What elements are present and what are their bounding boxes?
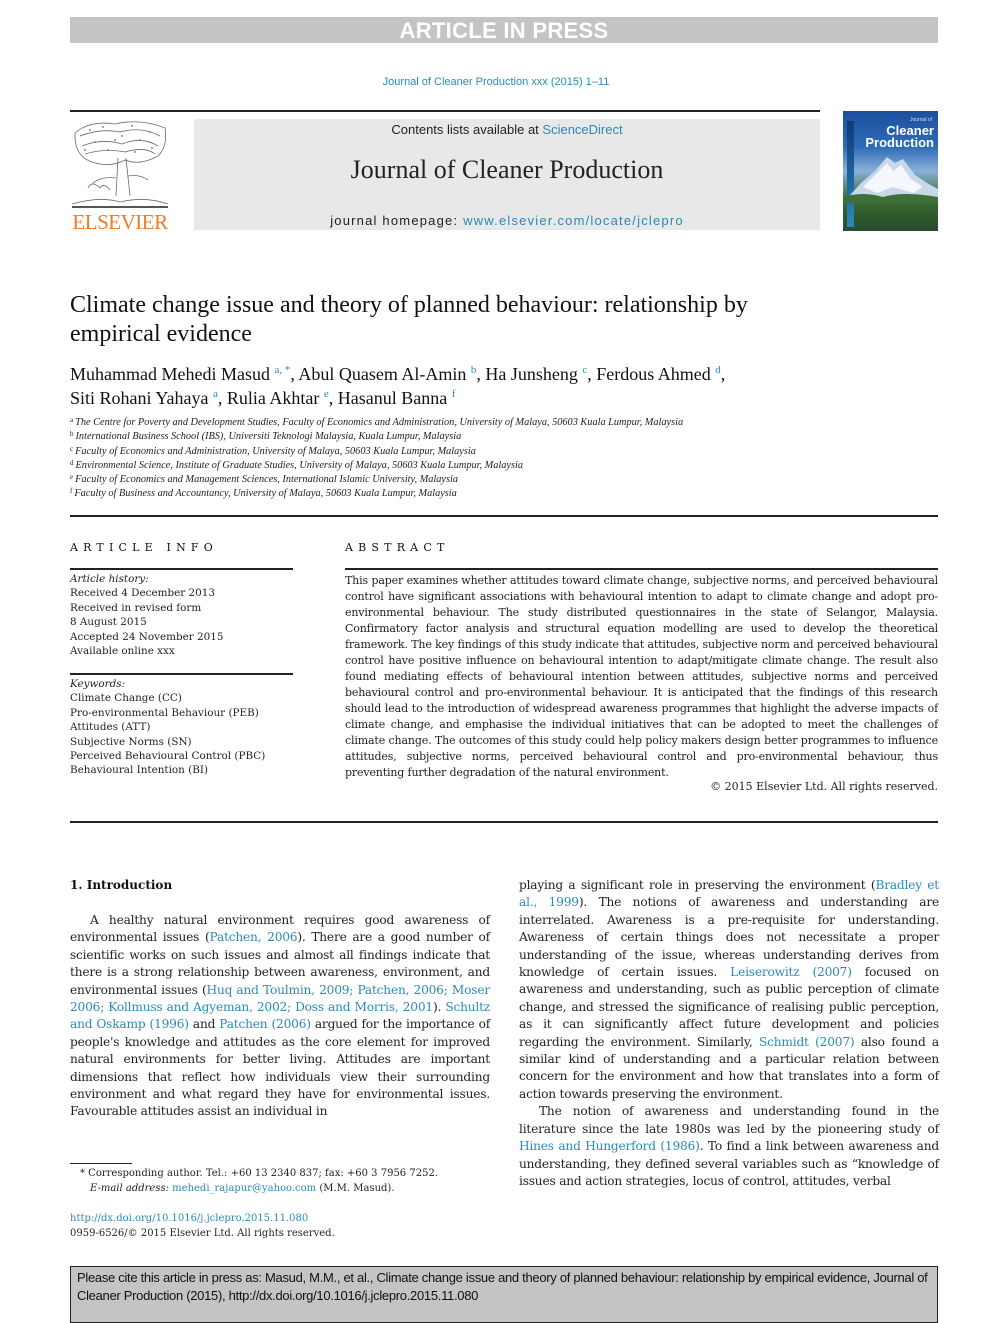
history-item: Received 4 December 2013 (70, 587, 215, 600)
intro-left-column: A healthy natural environment requires g… (70, 912, 490, 1121)
author-affiliation-link[interactable]: c (582, 364, 587, 376)
cover-title: Cleaner Production (865, 124, 934, 150)
keyword: Behavioural Intention (BI) (70, 764, 209, 777)
contents-availability: Contents lists available at ScienceDirec… (194, 122, 820, 137)
elsevier-wordmark: ELSEVIER (72, 210, 168, 234)
journal-reference-link[interactable]: Journal of Cleaner Production xxx (2015)… (0, 76, 992, 88)
email-label: E-mail address: (90, 1183, 169, 1194)
history-item: 8 August 2015 (70, 616, 147, 629)
article-in-press-banner: ARTICLE IN PRESS (70, 17, 938, 43)
author-affiliation-link[interactable]: a (213, 388, 218, 400)
intro-paragraph: playing a significant role in preserving… (519, 878, 939, 1101)
article-info-divider (70, 568, 293, 570)
footnotes: * Corresponding author. Tel.: +60 13 234… (70, 1166, 500, 1196)
intro-paragraph: A healthy natural environment requires g… (70, 913, 491, 1119)
citation-link[interactable]: Schmidt (2007) (759, 1035, 855, 1049)
elsevier-tree-icon (70, 118, 170, 210)
citation-link[interactable]: Patchen, 2006 (210, 930, 298, 944)
history-item: Available online xxx (70, 645, 175, 658)
keyword: Perceived Behavioural Control (PBC) (70, 750, 266, 763)
author-affiliation-link[interactable]: b (471, 364, 477, 376)
keyword: Pro-environmental Behaviour (PEB) (70, 706, 259, 719)
article-info-heading: ARTICLE INFO (70, 541, 218, 554)
citation-link[interactable]: Huq and Toulmin, 2009; Patchen, 2006; Mo… (70, 983, 490, 1014)
affiliations-divider (70, 515, 938, 517)
author-list: Muhammad Mehedi Masud a, *, Abul Quasem … (70, 364, 726, 408)
citation-link[interactable]: Leiserowitz (2007) (730, 965, 852, 979)
author-affiliation-link[interactable]: d (715, 364, 721, 376)
keyword: Climate Change (CC) (70, 692, 182, 705)
history-item: Accepted 24 November 2015 (70, 630, 224, 643)
author-affiliation-link[interactable]: a, * (274, 364, 290, 376)
contents-prefix: Contents lists available at (391, 122, 543, 137)
citation-box: Please cite this article in press as: Ma… (70, 1266, 938, 1323)
doi-block: http://dx.doi.org/10.1016/j.jclepro.2015… (70, 1211, 500, 1241)
author[interactable]: Ferdous Ahmed d (596, 364, 721, 384)
affiliation: c Faculty of Economics and Administration… (70, 444, 476, 457)
intro-right-column: playing a significant role in preserving… (519, 877, 939, 1190)
journal-masthead: Contents lists available at ScienceDirec… (194, 119, 820, 230)
email-suffix: (M.M. Masud). (316, 1183, 395, 1194)
cover-title-line2: Production (865, 135, 934, 150)
keywords-label: Keywords: (70, 678, 126, 690)
abstract-heading: ABSTRACT (345, 541, 450, 554)
homepage-prefix: journal homepage: (330, 213, 464, 228)
header-divider (70, 110, 820, 112)
author[interactable]: Abul Quasem Al-Amin b (298, 364, 476, 384)
history-label: Article history: (70, 573, 149, 585)
doi-link[interactable]: http://dx.doi.org/10.1016/j.jclepro.2015… (70, 1213, 308, 1224)
author[interactable]: Ha Junsheng c (485, 364, 587, 384)
issn-copyright: 0959-6526/© 2015 Elsevier Ltd. All right… (70, 1228, 335, 1239)
author[interactable]: Siti Rohani Yahaya a (70, 388, 218, 408)
keywords: Keywords: Climate Change (CC) Pro-enviro… (70, 677, 300, 778)
affiliation-list: a The Centre for Poverty and Development … (70, 416, 870, 502)
email-note: E-mail address: mehedi_rajapur@yahoo.com… (70, 1181, 500, 1196)
history-item: Received in revised form (70, 601, 202, 614)
abstract-text: This paper examines whether attitudes to… (345, 574, 938, 779)
journal-homepage-link[interactable]: www.elsevier.com/locate/jclepro (463, 213, 684, 228)
email-link[interactable]: mehedi_rajapur@yahoo.com (172, 1183, 316, 1194)
intro-paragraph: The notion of awareness and understandin… (519, 1104, 939, 1188)
affiliation: b International Business School (IBS), Un… (70, 430, 462, 443)
journal-homepage: journal homepage: www.elsevier.com/locat… (194, 213, 820, 228)
author-affiliation-link[interactable]: e (324, 388, 329, 400)
sciencedirect-link[interactable]: ScienceDirect (542, 122, 622, 137)
keyword: Attitudes (ATT) (70, 721, 151, 734)
author-affiliation-link[interactable]: f (452, 388, 456, 400)
abstract-divider (345, 568, 938, 570)
affiliation: e Faculty of Economics and Management Sci… (70, 473, 459, 486)
footnote-divider (70, 1163, 132, 1164)
citation-link[interactable]: Hines and Hungerford (1986) (519, 1139, 700, 1153)
citation-link[interactable]: Patchen (2006) (219, 1017, 311, 1031)
author[interactable]: Hasanul Banna f (338, 388, 456, 408)
article-history: Article history: Received 4 December 201… (70, 572, 300, 658)
author[interactable]: Muhammad Mehedi Masud a, * (70, 364, 290, 384)
abstract-copyright: © 2015 Elsevier Ltd. All rights reserved… (710, 780, 938, 793)
article-title: Climate change issue and theory of plann… (70, 292, 748, 347)
affiliation: f Faculty of Business and Accountancy, Un… (70, 487, 457, 500)
citation-link[interactable]: Bradley et al., 1999 (519, 878, 939, 909)
author[interactable]: Rulia Akhtar e (227, 388, 329, 408)
mountain-icon (843, 157, 938, 203)
keywords-divider (70, 673, 293, 675)
abstract-end-divider (70, 821, 938, 823)
corresponding-author-note: * Corresponding author. Tel.: +60 13 234… (80, 1168, 438, 1179)
journal-cover-image[interactable]: Journal of Cleaner Production (843, 111, 938, 231)
affiliation: a The Centre for Poverty and Development … (70, 416, 684, 429)
affiliation: d Environmental Science, Institute of Gra… (70, 458, 523, 471)
journal-title: Journal of Cleaner Production (350, 155, 664, 184)
elsevier-logo[interactable]: ELSEVIER (70, 118, 170, 234)
keyword: Subjective Norms (SN) (70, 735, 192, 748)
section-heading-introduction: 1. Introduction (70, 878, 173, 892)
